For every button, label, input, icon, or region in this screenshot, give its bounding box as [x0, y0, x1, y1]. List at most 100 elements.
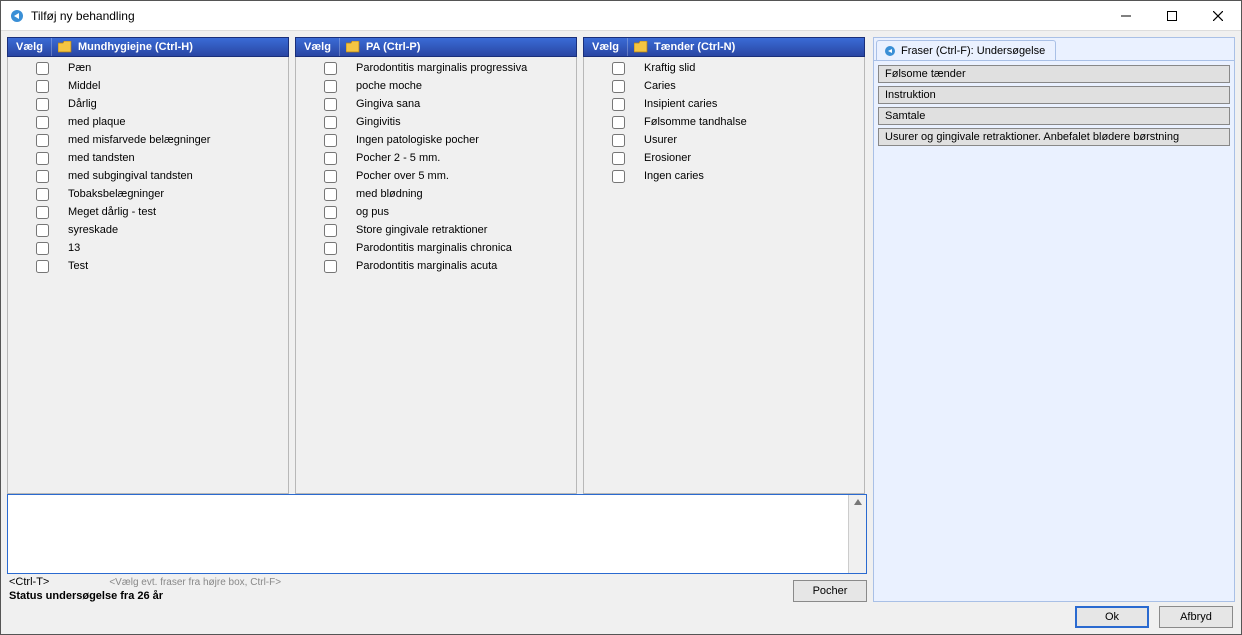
header-main[interactable]: PA (Ctrl-P)	[340, 38, 576, 56]
header-select[interactable]: Vælg	[8, 38, 52, 56]
pocher-button[interactable]: Pocher	[793, 580, 867, 602]
row-checkbox[interactable]	[36, 260, 49, 273]
row-checkbox[interactable]	[612, 98, 625, 111]
row-checkbox[interactable]	[36, 152, 49, 165]
row-checkbox[interactable]	[324, 116, 337, 129]
row-checkbox[interactable]	[612, 116, 625, 129]
row-checkbox[interactable]	[324, 206, 337, 219]
row-checkbox[interactable]	[36, 98, 49, 111]
row-checkbox[interactable]	[612, 134, 625, 147]
list-row[interactable]: og pus	[296, 203, 576, 221]
ok-button[interactable]: Ok	[1075, 606, 1149, 628]
list-row[interactable]: Kraftig slid	[584, 59, 864, 77]
fraser-tab[interactable]: Fraser (Ctrl-F): Undersøgelse	[876, 40, 1056, 60]
row-checkbox[interactable]	[324, 152, 337, 165]
header-select[interactable]: Vælg	[296, 38, 340, 56]
row-label: Meget dårlig - test	[64, 206, 288, 218]
column-taender: Vælg Tænder (Ctrl-N) Kraftig slid Caries I…	[583, 37, 865, 494]
row-checkbox[interactable]	[36, 116, 49, 129]
list-row[interactable]: Meget dårlig - test	[8, 203, 288, 221]
afbryd-button[interactable]: Afbryd	[1159, 606, 1233, 628]
fraser-item[interactable]: Instruktion	[878, 86, 1230, 104]
row-label: Kraftig slid	[640, 62, 864, 74]
row-checkbox[interactable]	[36, 188, 49, 201]
list-row[interactable]: Test	[8, 257, 288, 275]
header-main[interactable]: Tænder (Ctrl-N)	[628, 38, 864, 56]
list-row[interactable]: Parodontitis marginalis progressiva	[296, 59, 576, 77]
scroll-up-icon[interactable]	[848, 495, 866, 573]
list-row[interactable]: poche moche	[296, 77, 576, 95]
notes-textarea[interactable]	[8, 495, 848, 573]
row-label: Tobaksbelægninger	[64, 188, 288, 200]
fraser-item[interactable]: Samtale	[878, 107, 1230, 125]
row-checkbox[interactable]	[36, 242, 49, 255]
header-label: PA (Ctrl-P)	[366, 41, 420, 53]
list-row[interactable]: Gingivitis	[296, 113, 576, 131]
column-body[interactable]: PænMiddelDårligmed plaquemed misfarvede …	[7, 57, 289, 494]
header-select[interactable]: Vælg	[584, 38, 628, 56]
list-row[interactable]: Tobaksbelægninger	[8, 185, 288, 203]
row-checkbox[interactable]	[36, 206, 49, 219]
list-row[interactable]: Pæn	[8, 59, 288, 77]
row-checkbox[interactable]	[612, 80, 625, 93]
row-checkbox[interactable]	[324, 188, 337, 201]
list-row[interactable]: med misfarvede belægninger	[8, 131, 288, 149]
row-checkbox[interactable]	[612, 152, 625, 165]
row-checkbox[interactable]	[324, 260, 337, 273]
column-mundhygiejne: Vælg Mundhygiejne (Ctrl-H) PænMiddelDårl…	[7, 37, 289, 494]
folder-icon	[58, 41, 72, 53]
row-checkbox[interactable]	[324, 62, 337, 75]
minimize-button[interactable]	[1103, 1, 1149, 30]
list-row[interactable]: Usurer	[584, 131, 864, 149]
row-checkbox[interactable]	[324, 134, 337, 147]
list-row[interactable]: 13	[8, 239, 288, 257]
titlebar: Tilføj ny behandling	[1, 1, 1241, 31]
list-row[interactable]: Parodontitis marginalis acuta	[296, 257, 576, 275]
list-row[interactable]: med subgingival tandsten	[8, 167, 288, 185]
close-button[interactable]	[1195, 1, 1241, 30]
column-body[interactable]: Kraftig slid Caries Insipient cariesFølsom…	[583, 57, 865, 494]
three-cols: Vælg Mundhygiejne (Ctrl-H) PænMiddelDårl…	[7, 37, 867, 494]
fraser-item[interactable]: Følsome tænder	[878, 65, 1230, 83]
row-checkbox[interactable]	[36, 224, 49, 237]
row-checkbox[interactable]	[324, 224, 337, 237]
row-label: Gingiva sana	[352, 98, 576, 110]
row-checkbox[interactable]	[36, 170, 49, 183]
list-row[interactable]: med tandsten	[8, 149, 288, 167]
row-checkbox[interactable]	[324, 98, 337, 111]
row-checkbox[interactable]	[612, 62, 625, 75]
dialog-body: Vælg Mundhygiejne (Ctrl-H) PænMiddelDårl…	[1, 31, 1241, 634]
row-label: Caries	[640, 80, 864, 92]
column-header: Vælg Mundhygiejne (Ctrl-H)	[7, 37, 289, 57]
list-row[interactable]: Insipient caries	[584, 95, 864, 113]
list-row[interactable]: Pocher over 5 mm.	[296, 167, 576, 185]
row-checkbox[interactable]	[324, 170, 337, 183]
list-row[interactable]: Følsomme tandhalse	[584, 113, 864, 131]
list-row[interactable]: med plaque	[8, 113, 288, 131]
row-checkbox[interactable]	[324, 80, 337, 93]
fraser-panel: Fraser (Ctrl-F): Undersøgelse Følsome tæ…	[873, 37, 1235, 602]
list-row[interactable]: Dårlig	[8, 95, 288, 113]
row-checkbox[interactable]	[36, 134, 49, 147]
list-row[interactable]: Erosioner	[584, 149, 864, 167]
list-row[interactable]: med blødning	[296, 185, 576, 203]
row-checkbox[interactable]	[612, 170, 625, 183]
list-row[interactable]: Store gingivale retraktioner	[296, 221, 576, 239]
list-row[interactable]: Caries	[584, 77, 864, 95]
maximize-button[interactable]	[1149, 1, 1195, 30]
row-checkbox[interactable]	[36, 62, 49, 75]
list-row[interactable]: syreskade	[8, 221, 288, 239]
list-row[interactable]: Parodontitis marginalis chronica	[296, 239, 576, 257]
header-main[interactable]: Mundhygiejne (Ctrl-H)	[52, 38, 288, 56]
list-row[interactable]: Gingiva sana	[296, 95, 576, 113]
fraser-item[interactable]: Usurer og gingivale retraktioner. Anbefa…	[878, 128, 1230, 146]
row-checkbox[interactable]	[324, 242, 337, 255]
list-row[interactable]: Middel	[8, 77, 288, 95]
list-row[interactable]: Pocher 2 - 5 mm.	[296, 149, 576, 167]
status-left: <Ctrl-T> <Vælg evt. fraser fra højre box…	[9, 576, 281, 602]
row-checkbox[interactable]	[36, 80, 49, 93]
fraser-body: Følsome tænder Instruktion Samtale Usurer o…	[874, 60, 1234, 601]
column-body[interactable]: Parodontitis marginalis progressivapoche…	[295, 57, 577, 494]
list-row[interactable]: Ingen patologiske pocher	[296, 131, 576, 149]
list-row[interactable]: Ingen caries	[584, 167, 864, 185]
